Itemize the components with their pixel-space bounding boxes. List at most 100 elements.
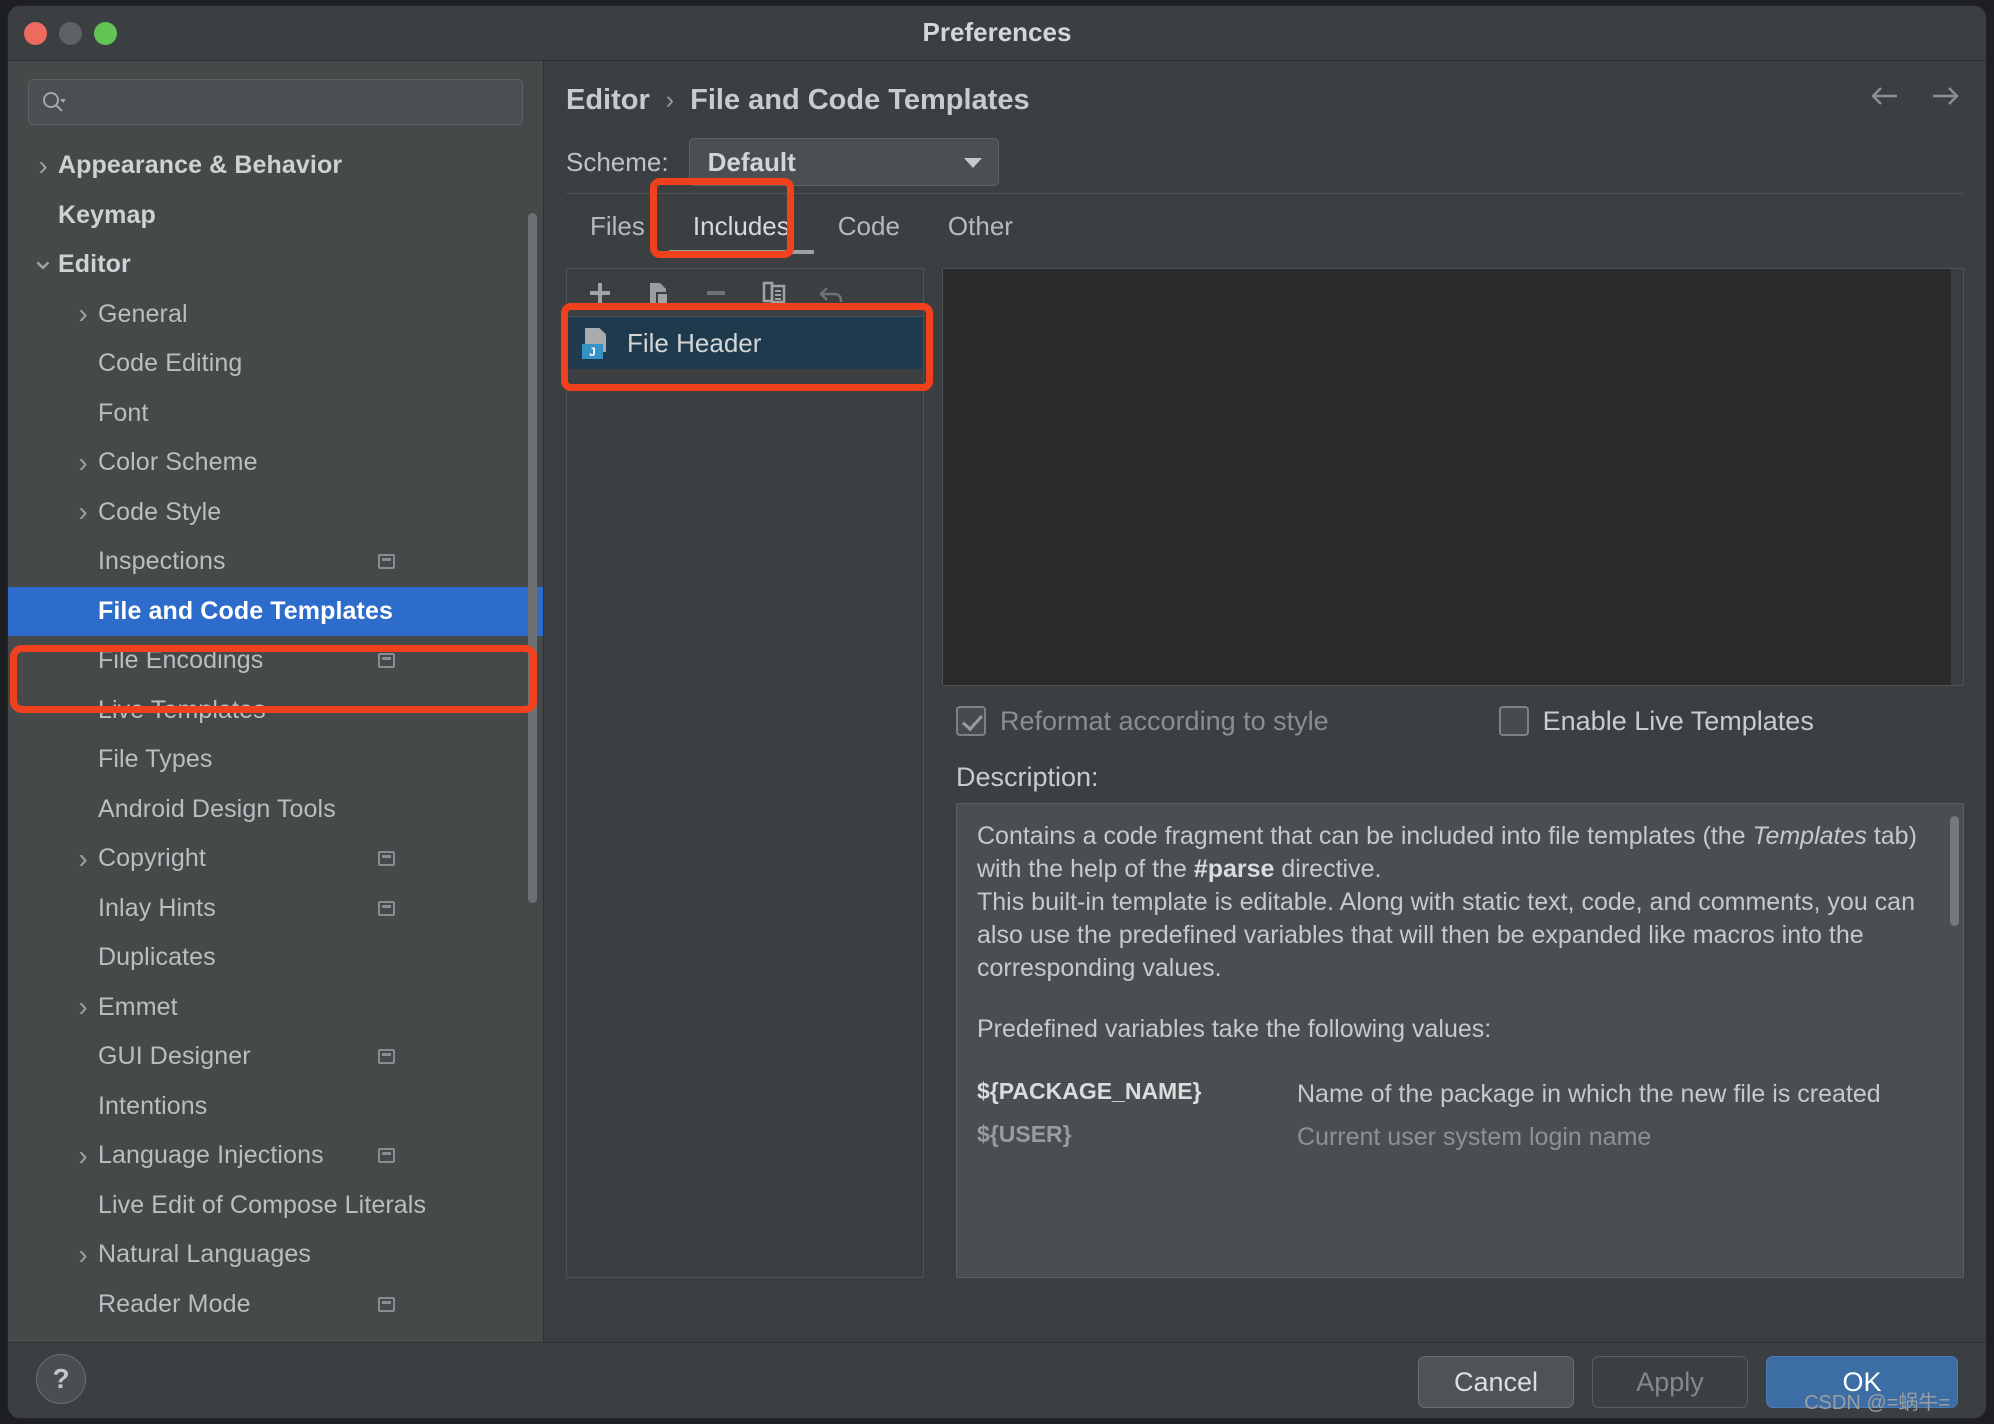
sidebar-item-live-edit-of-compose-literals[interactable]: ›Live Edit of Compose Literals [8, 1181, 543, 1231]
chevron-right-icon[interactable]: › [68, 300, 98, 328]
chevron-right-icon[interactable]: › [68, 498, 98, 526]
sidebar-item-language-injections[interactable]: › Language Injections [8, 1131, 543, 1181]
desc-p1-a: Contains a code fragment that can be inc… [977, 822, 1753, 850]
breadcrumb: Editor › File and Code Templates [544, 61, 1986, 123]
sidebar-item-label: Code Editing [98, 349, 243, 378]
sidebar-item-label: Language Injections [98, 1141, 324, 1170]
copy-template-icon[interactable] [643, 278, 673, 308]
template-list-toolbar [567, 269, 923, 317]
sidebar-item-label: Natural Languages [98, 1240, 311, 1269]
tab-files[interactable]: Files [566, 198, 669, 254]
list-item[interactable]: J File Header [567, 317, 923, 369]
sidebar-item-copyright[interactable]: › Copyright [8, 834, 543, 884]
variable-description: Name of the package in which the new fil… [1297, 1080, 1881, 1108]
reformat-checkbox [956, 706, 986, 736]
sidebar-item-color-scheme[interactable]: › Color Scheme [8, 438, 543, 488]
chevron-down-icon [963, 158, 982, 168]
sidebar-item-gui-designer[interactable]: ›GUI Designer [8, 1032, 543, 1082]
sidebar-item-appearance-behavior[interactable]: › Appearance & Behavior [8, 141, 543, 191]
sidebar-item-label: Live Templates [98, 695, 266, 724]
desc-p1-templates: Templates [1752, 822, 1867, 850]
sidebar-item-font[interactable]: ›Font [8, 389, 543, 439]
tab-includes[interactable]: Includes [669, 198, 814, 254]
description-scrollbar[interactable] [1950, 816, 1959, 926]
sidebar-item-file-types[interactable]: ›File Types [8, 735, 543, 785]
back-arrow-icon[interactable] [1868, 79, 1902, 113]
search-input[interactable] [77, 80, 514, 124]
editor-scrollbar[interactable] [1951, 269, 1963, 685]
scheme-value: Default [707, 146, 796, 177]
breadcrumb-parent[interactable]: Editor [566, 84, 650, 117]
sidebar-item-natural-languages[interactable]: › Natural Languages [8, 1230, 543, 1280]
cancel-button[interactable]: Cancel [1418, 1356, 1574, 1408]
dialog-body: ›Appearance & Behavior›Keymap⌄Editor›Gen… [8, 61, 1986, 1342]
chevron-right-icon[interactable]: › [68, 1240, 98, 1269]
live-templates-checkbox-group[interactable]: Enable Live Templates [1498, 706, 1814, 737]
config-badge-icon [378, 1049, 395, 1065]
sidebar-item-label: File Encodings [98, 646, 264, 675]
sidebar-item-label: Inlay Hints [98, 893, 216, 922]
template-detail-pane: Reformat according to style Enable Live … [942, 268, 1964, 1278]
settings-content: Editor › File and Code Templates Scheme:… [544, 61, 1986, 1342]
chevron-right-icon[interactable]: › [28, 151, 58, 180]
window-title: Preferences [922, 17, 1072, 47]
watermark: CSDN @=蜗牛= [1804, 1392, 1950, 1414]
desc-p1-c: directive. [1274, 855, 1382, 883]
search-box[interactable] [28, 79, 523, 125]
undo-icon [817, 278, 847, 308]
sidebar-item-code-editing[interactable]: ›Code Editing [8, 339, 543, 389]
scheme-row: Scheme: Default [544, 123, 1986, 187]
sidebar-item-file-encodings[interactable]: ›File Encodings [8, 636, 543, 686]
description-paragraph-3: Predefined variables take the following … [977, 1015, 1492, 1043]
chevron-down-icon[interactable]: ⌄ [28, 244, 58, 275]
sidebar-scrollbar[interactable] [528, 213, 537, 903]
chevron-right-icon[interactable]: › [68, 844, 98, 873]
sidebar-item-intentions[interactable]: ›Intentions [8, 1082, 543, 1132]
chevron-right-icon[interactable]: › [68, 993, 98, 1021]
reformat-checkbox-group[interactable]: Reformat according to style [956, 706, 1329, 737]
sidebar-item-android-design-tools[interactable]: ›Android Design Tools [8, 785, 543, 835]
template-list-pane: J File Header [561, 268, 933, 1278]
sidebar-item-label: Color Scheme [98, 448, 258, 477]
tab-code[interactable]: Code [814, 198, 924, 254]
sidebar-item-label: Inspections [98, 547, 226, 576]
sidebar-item-live-templates[interactable]: ›Live Templates [8, 686, 543, 736]
template-editor[interactable] [942, 268, 1964, 686]
sidebar-item-general[interactable]: › General [8, 290, 543, 340]
duplicate-icon[interactable] [759, 278, 789, 308]
scheme-dropdown[interactable]: Default [688, 138, 999, 186]
description-title: Description: [956, 762, 1099, 792]
sidebar-item-duplicates[interactable]: ›Duplicates [8, 933, 543, 983]
sidebar-item-label: Code Style [98, 497, 222, 526]
sidebar-item-label: Duplicates [98, 943, 216, 972]
sidebar-item-label: Intentions [98, 1091, 208, 1120]
breadcrumb-separator: › [665, 85, 675, 114]
sidebar-item-inspections[interactable]: ›Inspections [8, 537, 543, 587]
forward-arrow-icon[interactable] [1928, 79, 1962, 113]
sidebar-item-label: Editor [58, 250, 131, 279]
help-button[interactable]: ? [36, 1354, 86, 1404]
sidebar-item-keymap[interactable]: ›Keymap [8, 191, 543, 241]
tab-other[interactable]: Other [924, 198, 1037, 254]
plus-icon[interactable] [585, 278, 615, 308]
sidebar-item-label: Font [98, 398, 149, 427]
chevron-right-icon[interactable]: › [68, 448, 98, 477]
description-gap [977, 985, 1937, 1013]
chevron-right-icon[interactable]: › [68, 1141, 98, 1170]
reformat-checkbox-label: Reformat according to style [1000, 705, 1329, 736]
sidebar-item-label: File and Code Templates [98, 596, 393, 625]
sidebar-item-file-and-code-templates[interactable]: ›File and Code Templates [8, 586, 543, 636]
templates-split: J File Header Reformat according to style [561, 268, 1964, 1278]
tab-label: Code [837, 210, 900, 241]
settings-tree: ›Appearance & Behavior›Keymap⌄Editor›Gen… [8, 137, 543, 1329]
tab-label: Includes [692, 210, 790, 241]
sidebar-item-label: Reader Mode [98, 1289, 251, 1318]
description-paragraph-2: This built-in template is editable. Alon… [977, 888, 1915, 982]
nav-arrows [1868, 79, 1962, 113]
sidebar-item-code-style[interactable]: › Code Style [8, 488, 543, 538]
search-icon [41, 90, 67, 116]
sidebar-item-editor[interactable]: ⌄ Editor [8, 240, 543, 290]
sidebar-item-reader-mode[interactable]: ›Reader Mode [8, 1280, 543, 1330]
sidebar-item-inlay-hints[interactable]: ›Inlay Hints [8, 884, 543, 934]
sidebar-item-emmet[interactable]: › Emmet [8, 983, 543, 1033]
